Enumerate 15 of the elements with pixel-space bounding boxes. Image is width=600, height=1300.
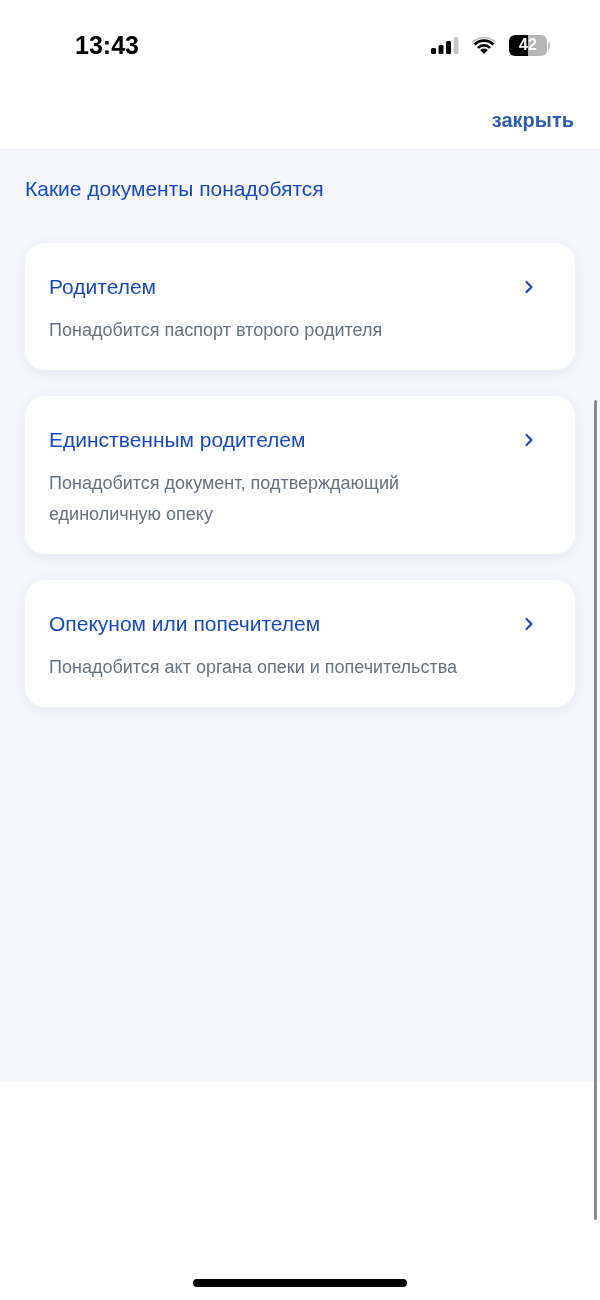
option-card[interactable]: Единственным родителем Понадобится документ, подтверждающий единоличную опеку — [25, 396, 575, 554]
status-time: 13:43 — [75, 32, 139, 58]
option-title: Опекуном или попечителем — [49, 611, 321, 637]
option-card[interactable]: Родителем Понадобится паспорт второго родителя — [25, 243, 575, 370]
option-card[interactable]: Опекуном или попечителем Понадобится акт органа опеки и попечительства — [25, 580, 575, 707]
option-description: Понадобится паспорт второго родителя — [49, 319, 384, 342]
battery-percent: 42 — [519, 37, 537, 53]
option-title: Родителем — [49, 274, 157, 300]
wifi-icon — [472, 36, 496, 54]
close-link[interactable]: закрыть — [491, 109, 574, 130]
option-description: Понадобится акт органа опеки и попечительства — [49, 656, 459, 679]
option-description: Понадобится документ, подтверждающий единоличную опеку — [49, 472, 400, 526]
option-title: Единственным родителем — [49, 427, 306, 453]
signal-icon — [431, 36, 459, 54]
section-title: Какие документы понадобятся — [25, 176, 325, 202]
